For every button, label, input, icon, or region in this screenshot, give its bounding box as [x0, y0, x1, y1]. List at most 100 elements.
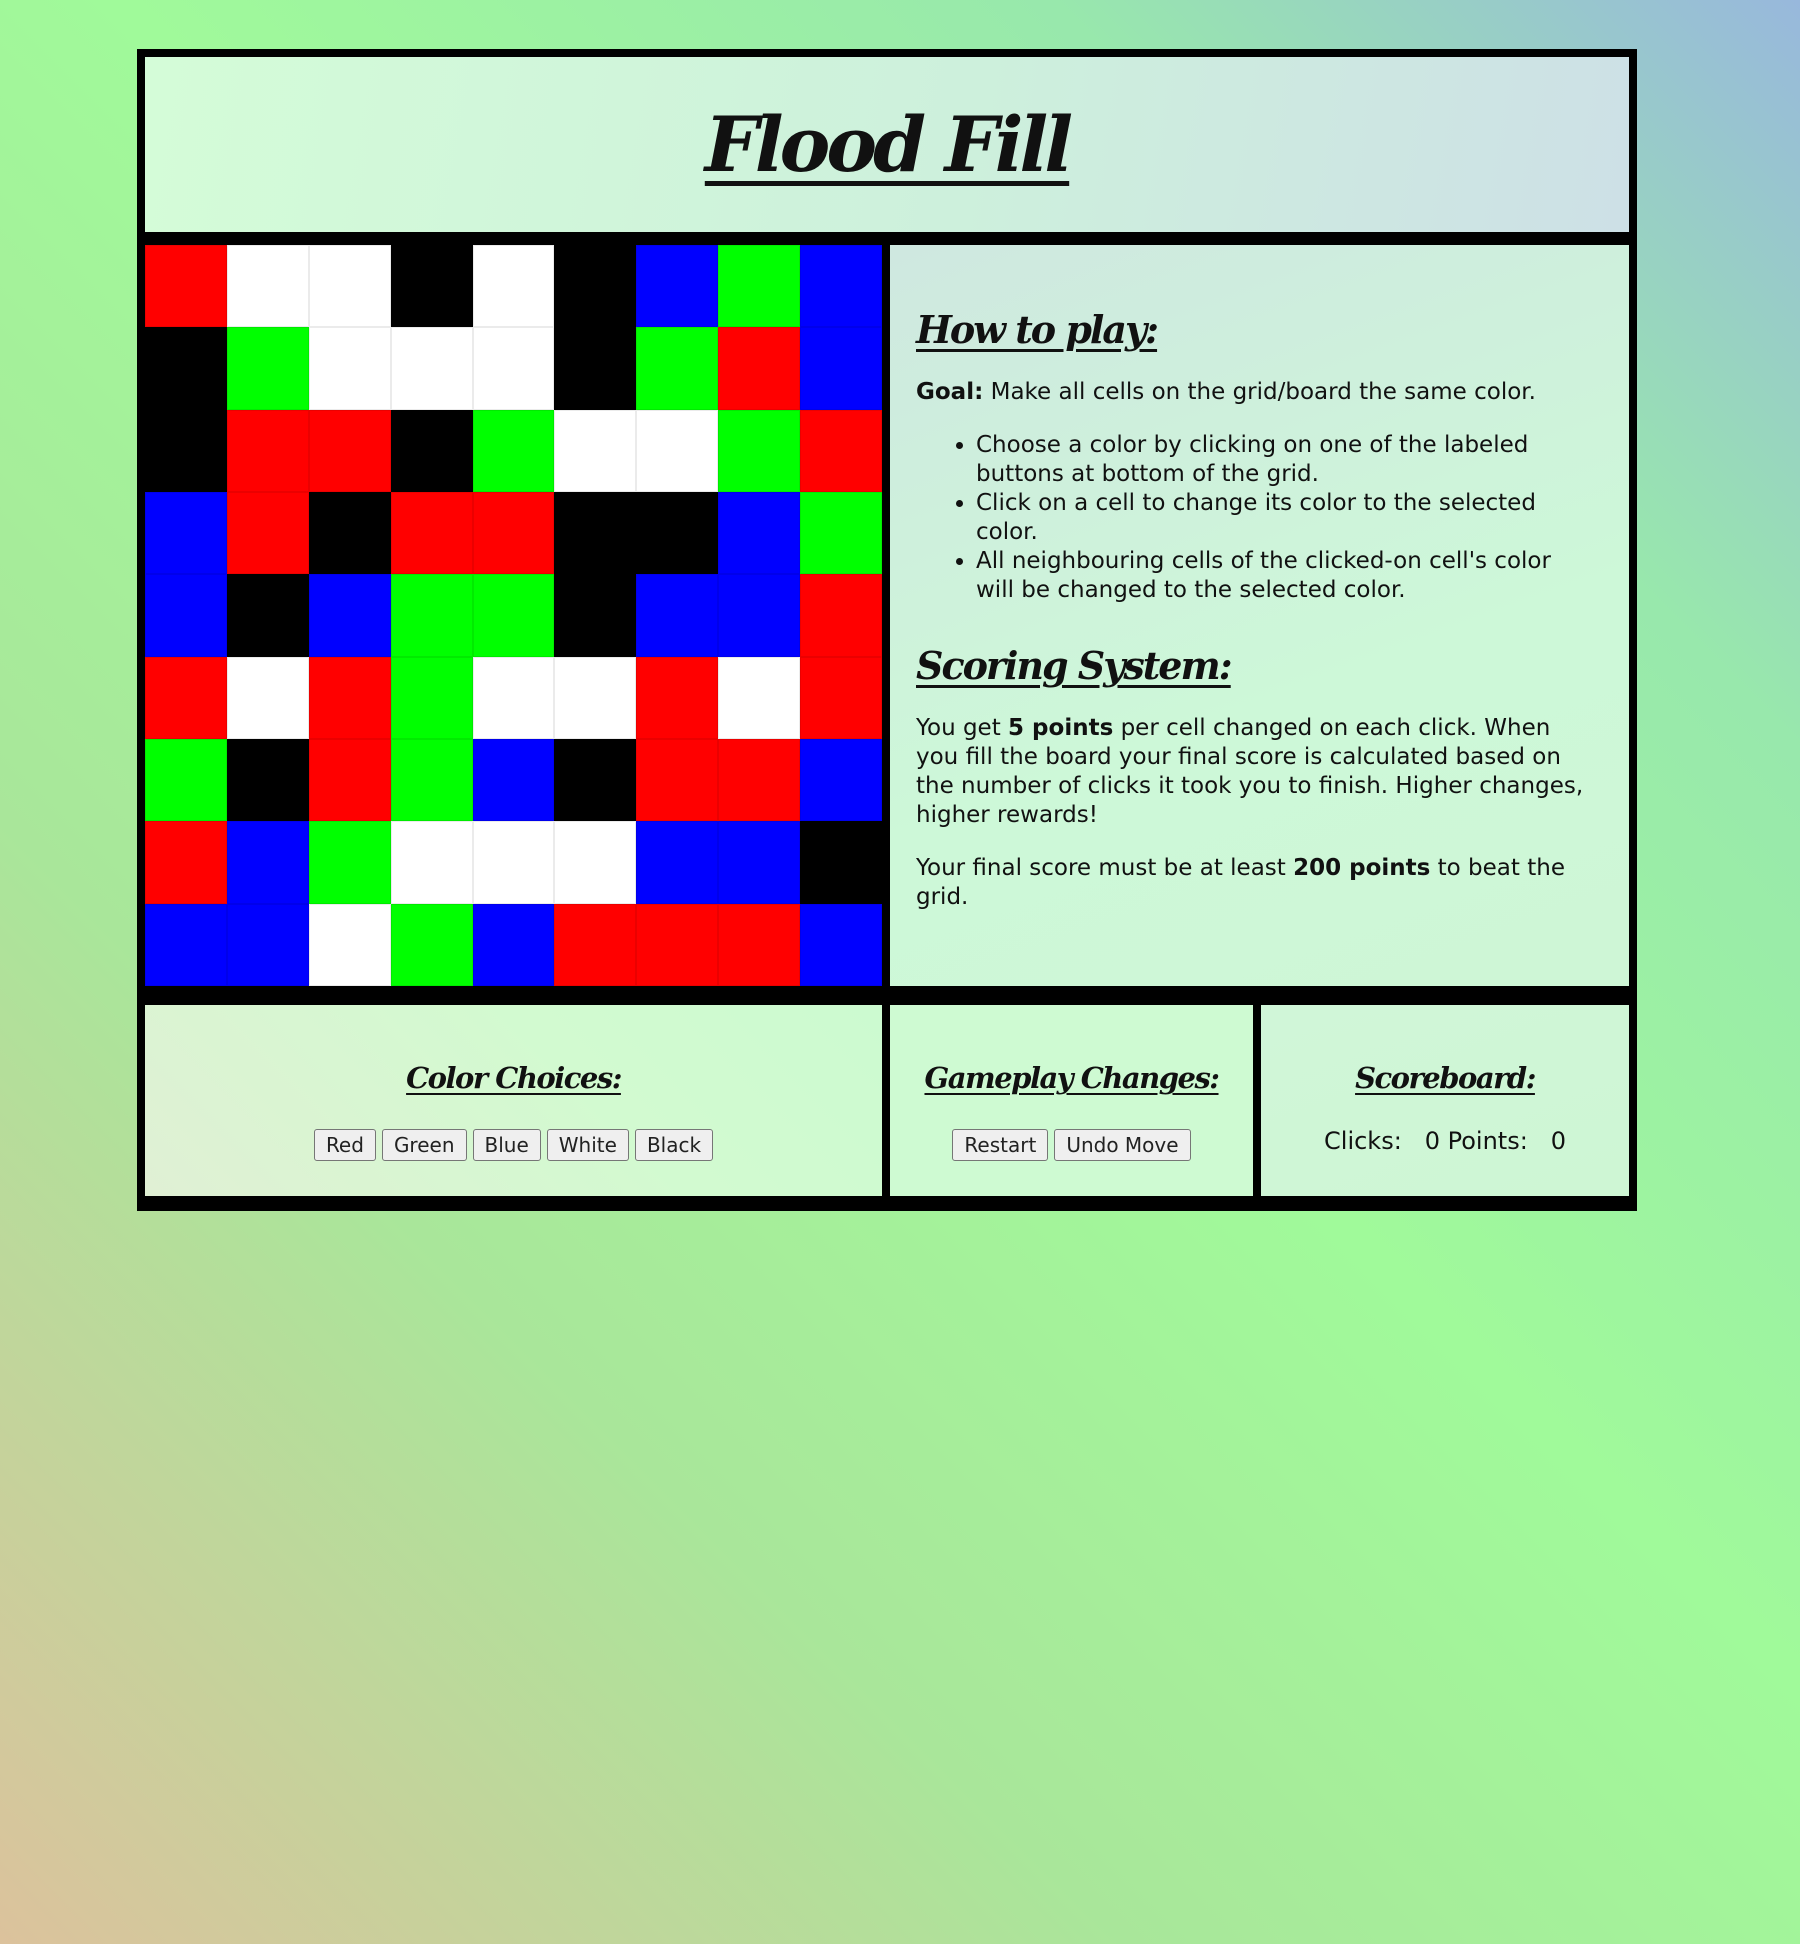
board-cell[interactable]	[226, 409, 309, 492]
board-cell[interactable]	[636, 656, 719, 739]
board-cell[interactable]	[472, 903, 555, 986]
board-cell[interactable]	[800, 656, 882, 739]
board-cell[interactable]	[718, 821, 801, 904]
board-cell[interactable]	[554, 327, 637, 410]
black-button[interactable]: Black	[634, 1129, 714, 1161]
board-cell[interactable]	[145, 492, 227, 575]
board-cell[interactable]	[226, 574, 309, 657]
rule-item: Choose a color by clicking on one of the…	[976, 431, 1589, 489]
board-cell[interactable]	[554, 245, 637, 328]
board-cell[interactable]	[554, 739, 637, 822]
board-cell[interactable]	[145, 409, 227, 492]
board-cell[interactable]	[718, 245, 801, 328]
board-cell[interactable]	[308, 409, 391, 492]
header-panel: Flood Fill	[145, 57, 1629, 232]
board-cell[interactable]	[145, 903, 227, 986]
board-cell[interactable]	[145, 327, 227, 410]
board-cell[interactable]	[554, 574, 637, 657]
scoreboard-heading: Scoreboard:	[1355, 1061, 1536, 1095]
board-cell[interactable]	[636, 409, 719, 492]
board-cell[interactable]	[390, 903, 473, 986]
board-cell[interactable]	[636, 903, 719, 986]
board-cell[interactable]	[800, 492, 882, 575]
color-choices-panel: Color Choices: Red Green Blue White Blac…	[145, 1005, 882, 1196]
board-cell[interactable]	[554, 492, 637, 575]
board-cell[interactable]	[308, 656, 391, 739]
board-cell[interactable]	[800, 739, 882, 822]
board-cell[interactable]	[718, 739, 801, 822]
board-cell[interactable]	[718, 327, 801, 410]
board-cell[interactable]	[800, 327, 882, 410]
board-cell[interactable]	[554, 903, 637, 986]
board-cell[interactable]	[308, 739, 391, 822]
board-cell[interactable]	[145, 574, 227, 657]
board-cell[interactable]	[636, 327, 719, 410]
board-cell[interactable]	[718, 574, 801, 657]
gameplay-changes-panel: Gameplay Changes: Restart Undo Move	[890, 1005, 1253, 1196]
board-cell[interactable]	[800, 245, 882, 328]
board-cell[interactable]	[390, 327, 473, 410]
board-cell[interactable]	[718, 492, 801, 575]
board-cell[interactable]	[308, 574, 391, 657]
board-cell[interactable]	[308, 327, 391, 410]
board-cell[interactable]	[390, 245, 473, 328]
board-cell[interactable]	[472, 821, 555, 904]
goal-label: Goal:	[916, 379, 984, 405]
board-cell[interactable]	[554, 821, 637, 904]
board-cell[interactable]	[472, 492, 555, 575]
board-cell[interactable]	[718, 409, 801, 492]
board-cell[interactable]	[308, 821, 391, 904]
board-cell[interactable]	[636, 574, 719, 657]
board-cell[interactable]	[800, 409, 882, 492]
how-to-play-heading: How to play:	[916, 307, 1159, 352]
board-cell[interactable]	[226, 821, 309, 904]
board-cell[interactable]	[390, 409, 473, 492]
board-cell[interactable]	[226, 656, 309, 739]
instructions-panel: How to play: Goal: Make all cells on the…	[890, 245, 1629, 986]
board-cell[interactable]	[636, 821, 719, 904]
board-cell[interactable]	[800, 821, 882, 904]
board-cell[interactable]	[145, 821, 227, 904]
board-cell[interactable]	[472, 327, 555, 410]
board-cell[interactable]	[472, 739, 555, 822]
board-cell[interactable]	[554, 409, 637, 492]
red-button[interactable]: Red	[313, 1129, 376, 1161]
board-cell[interactable]	[718, 903, 801, 986]
green-button[interactable]: Green	[381, 1129, 467, 1161]
board-cell[interactable]	[226, 245, 309, 328]
board-cell[interactable]	[390, 656, 473, 739]
board-cell[interactable]	[390, 821, 473, 904]
board-cell[interactable]	[308, 245, 391, 328]
target-score-description: Your final score must be at least 200 po…	[916, 854, 1589, 912]
board-cell[interactable]	[800, 903, 882, 986]
board-cell[interactable]	[636, 739, 719, 822]
board-cell[interactable]	[226, 327, 309, 410]
board-cell[interactable]	[308, 492, 391, 575]
board-cell[interactable]	[308, 903, 391, 986]
board-cell[interactable]	[226, 903, 309, 986]
color-choices-heading: Color Choices:	[406, 1061, 622, 1095]
board-cell[interactable]	[636, 492, 719, 575]
board-cell[interactable]	[800, 574, 882, 657]
blue-button[interactable]: Blue	[472, 1129, 541, 1161]
gameplay-changes-heading: Gameplay Changes:	[924, 1061, 1220, 1095]
white-button[interactable]: White	[546, 1129, 629, 1161]
board-cell[interactable]	[472, 574, 555, 657]
board-cell[interactable]	[554, 656, 637, 739]
board-cell[interactable]	[390, 739, 473, 822]
board-cell[interactable]	[145, 739, 227, 822]
board-cell[interactable]	[226, 492, 309, 575]
board-cell[interactable]	[390, 492, 473, 575]
board-cell[interactable]	[636, 245, 719, 328]
undo-move-button[interactable]: Undo Move	[1054, 1129, 1191, 1161]
board-cell[interactable]	[718, 656, 801, 739]
rule-item: Click on a cell to change its color to t…	[976, 489, 1589, 547]
board-cell[interactable]	[472, 656, 555, 739]
board-cell[interactable]	[145, 656, 227, 739]
board-cell[interactable]	[472, 245, 555, 328]
restart-button[interactable]: Restart	[952, 1129, 1049, 1161]
board-cell[interactable]	[472, 409, 555, 492]
board-cell[interactable]	[390, 574, 473, 657]
board-cell[interactable]	[145, 245, 227, 328]
board-cell[interactable]	[226, 739, 309, 822]
